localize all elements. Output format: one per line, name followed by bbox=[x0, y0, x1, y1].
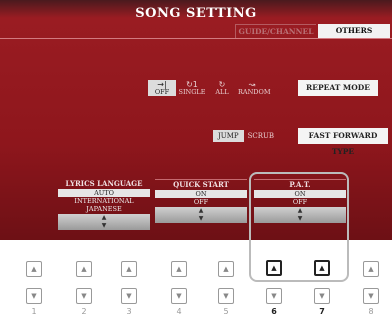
fast-forward-type-button[interactable]: FAST FORWARD TYPE bbox=[298, 128, 388, 156]
quick-start-scroll-arrows[interactable]: ▲ ▼ bbox=[155, 207, 247, 223]
repeat-random-option[interactable]: ↝ RANDOM bbox=[238, 80, 271, 96]
panel-number-8: 8 bbox=[368, 307, 374, 316]
panel-button-4-up[interactable]: ▲ bbox=[171, 261, 187, 277]
page-title: SONG SETTING bbox=[135, 6, 257, 21]
repeat-single-option[interactable]: ↻1 SINGLE bbox=[178, 80, 206, 96]
jump-option[interactable]: JUMP bbox=[213, 130, 244, 142]
panel-button-3-down[interactable]: ▼ bbox=[121, 288, 137, 304]
panel-number-3: 3 bbox=[126, 307, 132, 316]
repeat-all-option[interactable]: ↻ ALL bbox=[208, 80, 236, 96]
quick-start-option-on[interactable]: ON bbox=[155, 190, 247, 198]
fast-forward-options: JUMP SCRUB bbox=[213, 130, 274, 142]
lyrics-option-international[interactable]: INTERNATIONAL bbox=[58, 197, 150, 205]
lyrics-language-column: LYRICS LANGUAGE AUTO INTERNATIONAL JAPAN… bbox=[58, 179, 150, 230]
lyrics-scroll-arrows[interactable]: ▲ ▼ bbox=[58, 214, 150, 230]
panel-number-1: 1 bbox=[31, 307, 37, 316]
panel-button-8-down[interactable]: ▼ bbox=[363, 288, 379, 304]
panel-button-4-down[interactable]: ▼ bbox=[171, 288, 187, 304]
repeat-random-label: RANDOM bbox=[238, 88, 271, 96]
repeat-off-option[interactable]: →| OFF bbox=[148, 80, 176, 96]
panel-number-2: 2 bbox=[81, 307, 87, 316]
tab-guide-channel[interactable]: GUIDE/CHANNEL bbox=[235, 24, 316, 39]
repeat-off-label: OFF bbox=[154, 88, 170, 96]
panel-number-7: 7 bbox=[319, 307, 325, 316]
lyrics-option-japanese[interactable]: JAPANESE bbox=[58, 205, 150, 213]
down-arrow-icon: ▼ bbox=[101, 222, 107, 229]
down-arrow-icon: ▼ bbox=[198, 215, 204, 222]
panel-button-7-up[interactable]: ▲ bbox=[314, 260, 330, 276]
quick-start-column: QUICK START ON OFF ▲ ▼ bbox=[155, 179, 247, 223]
panel-button-3-up[interactable]: ▲ bbox=[121, 261, 137, 277]
panel-button-5-down[interactable]: ▼ bbox=[218, 288, 234, 304]
panel-button-2-up[interactable]: ▲ bbox=[76, 261, 92, 277]
tab-others[interactable]: OTHERS bbox=[318, 24, 390, 38]
scrub-option[interactable]: SCRUB bbox=[248, 130, 274, 142]
quick-start-header: QUICK START bbox=[155, 179, 247, 190]
up-arrow-icon: ▲ bbox=[198, 207, 204, 214]
panel-number-4: 4 bbox=[176, 307, 182, 316]
panel-button-1-down[interactable]: ▼ bbox=[26, 288, 42, 304]
panel-number-6: 6 bbox=[271, 307, 277, 316]
panel-button-2-down[interactable]: ▼ bbox=[76, 288, 92, 304]
quick-start-option-off[interactable]: OFF bbox=[155, 198, 247, 206]
panel-number-5: 5 bbox=[223, 307, 229, 316]
panel-button-7-down[interactable]: ▼ bbox=[314, 288, 330, 304]
up-arrow-icon: ▲ bbox=[101, 214, 107, 221]
repeat-all-label: ALL bbox=[215, 88, 229, 96]
panel-button-6-up[interactable]: ▲ bbox=[266, 260, 282, 276]
panel-button-1-up[interactable]: ▲ bbox=[26, 261, 42, 277]
lyrics-option-auto[interactable]: AUTO bbox=[58, 189, 150, 197]
repeat-mode-options: →| OFF ↻1 SINGLE ↻ ALL ↝ RANDOM bbox=[148, 80, 271, 96]
panel-button-5-up[interactable]: ▲ bbox=[218, 261, 234, 277]
repeat-mode-button[interactable]: REPEAT MODE bbox=[298, 80, 378, 96]
panel-button-6-down[interactable]: ▼ bbox=[266, 288, 282, 304]
panel-button-8-up[interactable]: ▲ bbox=[363, 261, 379, 277]
pat-highlight-frame bbox=[249, 172, 349, 282]
lyrics-language-header: LYRICS LANGUAGE bbox=[65, 179, 143, 188]
tab-divider bbox=[0, 38, 392, 39]
repeat-single-label: SINGLE bbox=[178, 88, 206, 96]
